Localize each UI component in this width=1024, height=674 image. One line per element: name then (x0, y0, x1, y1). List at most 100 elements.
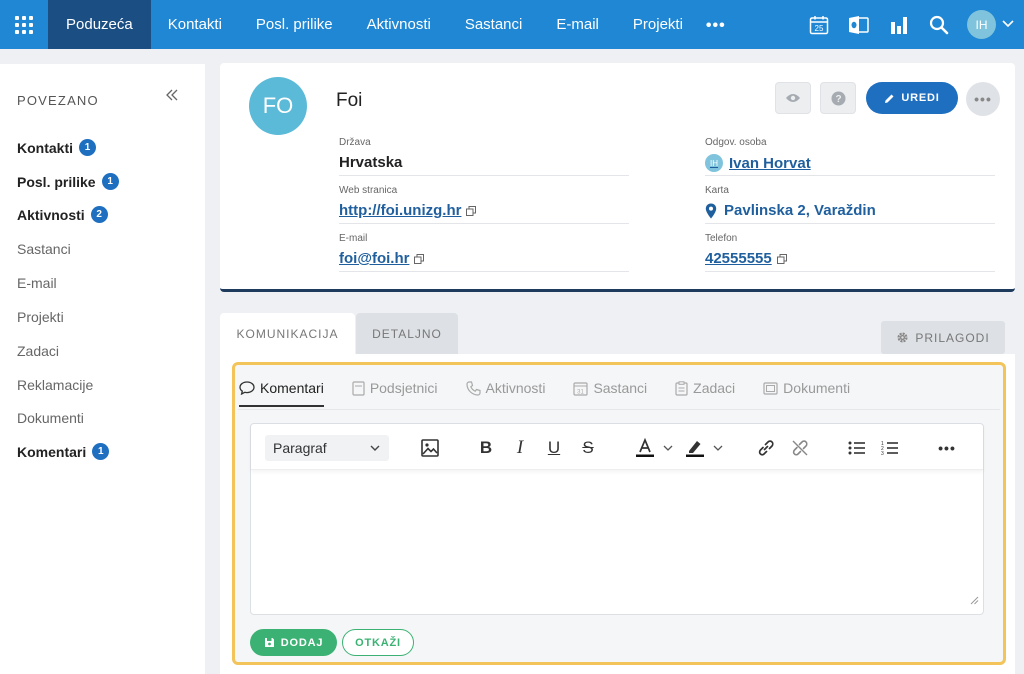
numbered-list-button[interactable]: 1 2 3 (879, 437, 901, 459)
nav-item-sastanci[interactable]: Sastanci (448, 0, 540, 49)
subtab-zadaci[interactable]: Zadaci (675, 371, 735, 405)
field-karta: Karta Pavlinska 2, Varaždin (705, 176, 995, 224)
sidebar-item-zadaci[interactable]: Zadaci (17, 343, 59, 359)
sidebar-item-aktivnosti[interactable]: Aktivnosti 2 (17, 206, 108, 223)
collapse-sidebar-button[interactable] (165, 86, 179, 107)
nav-item-projekti[interactable]: Projekti (616, 0, 700, 49)
user-avatar[interactable]: IH (967, 10, 996, 39)
sidebar-item-komentari[interactable]: Komentari 1 (17, 443, 110, 460)
bullet-list-icon (848, 441, 865, 455)
subtab-podsjetnici[interactable]: Podsjetnici (352, 371, 438, 405)
search-icon (929, 15, 949, 34)
remove-link-button[interactable] (789, 437, 811, 459)
owner-avatar: IH (705, 154, 723, 172)
cancel-button[interactable]: OTKAŽI (342, 629, 414, 656)
eye-icon (786, 94, 800, 102)
phone-icon (465, 380, 481, 396)
sidebar-item-email[interactable]: E-mail (17, 275, 57, 291)
website-link[interactable]: http://foi.unizg.hr (339, 202, 461, 219)
highlight-color-button[interactable] (684, 437, 706, 459)
comment-editor[interactable]: Paragraf B I U S 1 2 3 ••• (250, 423, 984, 615)
link-icon (758, 440, 774, 456)
nav-item-email[interactable]: E-mail (539, 0, 616, 49)
strikethrough-button[interactable]: S (577, 437, 599, 459)
subtab-dokumenti[interactable]: Dokumenti (763, 371, 850, 405)
insert-image-button[interactable] (419, 437, 441, 459)
bold-button[interactable]: B (475, 437, 497, 459)
svg-text:31: 31 (578, 389, 585, 395)
field-telefon: Telefon 42555555 (705, 224, 995, 272)
insert-link-button[interactable] (755, 437, 777, 459)
editor-toolbar: Paragraf B I U S 1 2 3 ••• (251, 424, 983, 470)
email-link[interactable]: foi@foi.hr (339, 250, 409, 267)
nav-item-kontakti[interactable]: Kontakti (151, 0, 239, 49)
copy-icon[interactable] (414, 253, 425, 264)
bulleted-list-button[interactable] (846, 437, 868, 459)
sidebar-item-sastanci[interactable]: Sastanci (17, 241, 71, 257)
highlight-color-dropdown[interactable] (707, 437, 729, 459)
copy-icon[interactable] (466, 205, 477, 216)
nav-more-button[interactable]: ••• (700, 15, 726, 35)
customize-button[interactable]: PRILAGODI (881, 321, 1005, 354)
chevron-down-icon[interactable] (1002, 19, 1014, 31)
subtab-label: Podsjetnici (369, 380, 438, 396)
highlighter-icon (686, 441, 704, 457)
field-label: E-mail (339, 233, 368, 244)
nav-item-posl-prilike[interactable]: Posl. prilike (239, 0, 350, 49)
subtab-aktivnosti[interactable]: Aktivnosti (465, 371, 545, 405)
svg-text:3: 3 (881, 451, 884, 456)
resize-handle-icon[interactable] (970, 592, 979, 610)
search-button[interactable] (919, 0, 959, 49)
owner-link[interactable]: Ivan Horvat (729, 155, 811, 172)
count-badge: 1 (92, 443, 110, 460)
underline-button[interactable]: U (543, 437, 565, 459)
help-button[interactable]: ? (820, 82, 856, 114)
edit-button[interactable]: UREDI (866, 82, 958, 114)
more-formatting-button[interactable]: ••• (936, 437, 958, 459)
sidebar-item-kontakti[interactable]: Kontakti 1 (17, 139, 96, 156)
subtab-komentari[interactable]: Komentari (239, 371, 324, 407)
add-comment-button[interactable]: DODAJ (250, 629, 337, 656)
sidebar-item-label: Aktivnosti (17, 206, 85, 223)
paragraph-format-select[interactable]: Paragraf (265, 435, 389, 461)
field-drzava: Država Hrvatska (339, 128, 629, 176)
count-badge: 1 (101, 173, 119, 190)
pencil-icon (885, 94, 894, 103)
outlook-button[interactable] (839, 0, 879, 49)
sidebar-item-reklamacije[interactable]: Reklamacije (17, 377, 93, 393)
subtab-sastanci[interactable]: 31 Sastanci (573, 371, 647, 405)
tab-komunikacija[interactable]: KOMUNIKACIJA (220, 313, 355, 354)
address-link[interactable]: Pavlinska 2, Varaždin (724, 202, 876, 219)
nav-item-poduzeca[interactable]: Poduzeća (48, 0, 151, 49)
copy-icon[interactable] (776, 253, 787, 264)
calendar-button[interactable]: 25 (799, 0, 839, 49)
subtab-label: Dokumenti (783, 380, 851, 396)
subtab-label: Sastanci (593, 380, 648, 396)
app-launcher-button[interactable] (0, 0, 48, 49)
sidebar-item-dokumenti[interactable]: Dokumenti (17, 410, 84, 426)
italic-button[interactable]: I (509, 437, 531, 459)
record-card: FO Foi ? UREDI ••• Država Hrvatska Web s… (220, 63, 1015, 292)
tab-detaljno[interactable]: DETALJNO (356, 313, 458, 354)
more-actions-button[interactable]: ••• (966, 82, 1000, 116)
reports-button[interactable] (879, 0, 919, 49)
paragraph-format-value: Paragraf (273, 440, 327, 456)
record-avatar: FO (249, 77, 307, 135)
top-navigation: Poduzeća Kontakti Posl. prilike Aktivnos… (0, 0, 1024, 49)
sidebar-item-label: Komentari (17, 443, 87, 460)
field-email: E-mail foi@foi.hr (339, 224, 629, 272)
follow-button[interactable] (775, 82, 811, 114)
sidebar-item-projekti[interactable]: Projekti (17, 309, 64, 325)
count-badge: 2 (90, 206, 108, 223)
nav-item-aktivnosti[interactable]: Aktivnosti (350, 0, 448, 49)
image-icon (421, 439, 439, 457)
sidebar-item-label: Posl. prilike (17, 173, 96, 190)
text-color-button[interactable] (634, 437, 656, 459)
bar-chart-icon (891, 16, 907, 34)
numbered-list-icon: 1 2 3 (881, 441, 898, 456)
phone-link[interactable]: 42555555 (705, 250, 772, 267)
unlink-icon (792, 440, 808, 456)
grid-icon (15, 15, 33, 34)
text-color-dropdown[interactable] (657, 437, 679, 459)
sidebar-item-posl-prilike[interactable]: Posl. prilike 1 (17, 173, 119, 190)
